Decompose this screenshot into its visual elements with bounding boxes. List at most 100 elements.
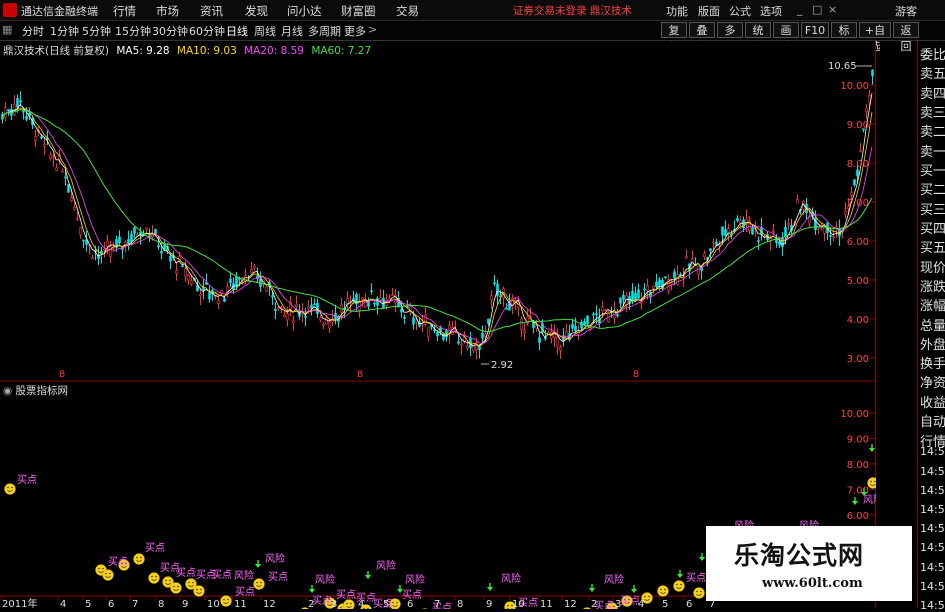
side-panel-item[interactable]: 买二	[920, 179, 945, 198]
side-panel-item[interactable]: 卖四	[920, 83, 945, 102]
menu-wealth[interactable]: 财富圈	[341, 3, 376, 19]
side-panel-item[interactable]: 买四	[920, 218, 945, 237]
side-panel-item[interactable]: 14:50	[920, 561, 945, 574]
side-panel-item[interactable]: 14:50	[920, 599, 945, 612]
period-tab[interactable]: 60分钟	[189, 23, 225, 39]
chevron-right-icon[interactable]: >	[368, 23, 377, 36]
period-tab[interactable]: 1分钟	[50, 23, 79, 39]
candle-body	[313, 303, 316, 306]
adjust-button[interactable]: 复权	[661, 22, 687, 53]
candle-body	[64, 176, 67, 179]
add-watchlist-button[interactable]: +自选	[859, 22, 891, 53]
minimize-icon[interactable]: _	[797, 3, 803, 16]
x-tick-label: 5	[383, 599, 389, 609]
f10-button[interactable]: F10	[801, 22, 829, 38]
multi-stock-button[interactable]: 多股	[717, 22, 743, 53]
menu-options[interactable]: 选项	[760, 3, 782, 19]
menu-bar: 通达信金融终端 行情 市场 资讯 发现 问小达 财富圈 交易 证券交易未登录 鼎…	[0, 0, 945, 21]
side-panel-item[interactable]: 买五	[920, 237, 945, 256]
candle-body	[697, 266, 700, 275]
side-panel-item[interactable]: 卖三	[920, 102, 945, 121]
candle-body	[187, 274, 190, 281]
side-panel-item[interactable]: 卖一	[920, 141, 945, 160]
back-button[interactable]: 返回	[893, 22, 919, 53]
side-panel-item[interactable]: 外盘	[920, 334, 945, 353]
side-panel-item[interactable]: 涨跌	[920, 276, 945, 295]
menu-function[interactable]: 功能	[666, 3, 688, 19]
smiley-signal-icon	[4, 483, 16, 495]
login-notice[interactable]: 证券交易未登录 鼎汉技术	[513, 3, 632, 18]
candle-body	[91, 257, 94, 260]
draw-line-button[interactable]: 画线	[773, 22, 799, 53]
menu-layout[interactable]: 版面	[698, 3, 720, 19]
x-tick-label: 6	[407, 599, 413, 609]
buy-point-label: 买点	[145, 542, 165, 554]
stats-button[interactable]: 统计	[745, 22, 771, 53]
side-panel-item[interactable]: 自动	[920, 411, 945, 430]
side-panel-item[interactable]: 14:50	[920, 580, 945, 593]
side-panel-item[interactable]: 14:50	[920, 522, 945, 535]
menu-discover[interactable]: 发现	[245, 3, 268, 19]
menu-formula[interactable]: 公式	[729, 3, 751, 19]
candle-body	[727, 228, 730, 233]
period-tab[interactable]: 15分钟	[115, 23, 151, 39]
side-panel-item[interactable]: 换手	[920, 353, 945, 372]
watermark-title: 乐淘公式网	[734, 541, 865, 570]
candle-body	[286, 313, 289, 321]
menu-ask[interactable]: 问小达	[287, 3, 322, 19]
period-tab-active[interactable]: 日线	[226, 23, 248, 39]
side-panel-item[interactable]: 14:50	[920, 503, 945, 516]
candle-body	[865, 107, 868, 112]
period-tab[interactable]: 周线	[254, 23, 276, 39]
side-panel-item[interactable]: 净资	[920, 372, 945, 391]
candle-body	[658, 279, 661, 286]
buy-point-label: 买点	[336, 589, 356, 601]
side-panel-item[interactable]: 涨幅	[920, 295, 945, 314]
side-panel-item[interactable]: 卖二	[920, 121, 945, 140]
side-panel-item[interactable]: 14:50	[920, 445, 945, 458]
candle-body	[130, 233, 133, 242]
ma20-label: MA20: 8.59	[244, 45, 304, 57]
side-panel-item[interactable]: 收益	[920, 392, 945, 411]
period-tab[interactable]: 多周期	[308, 23, 341, 39]
smiley-signal-icon	[193, 585, 205, 597]
risk-label: 风险	[265, 552, 285, 565]
menu-trade[interactable]: 交易	[396, 3, 419, 19]
period-tab-more[interactable]: 更多	[344, 23, 366, 39]
side-panel-item[interactable]: 买三	[920, 199, 945, 218]
menu-market[interactable]: 市场	[156, 3, 179, 19]
settings-icon[interactable]: ◉	[3, 385, 12, 397]
candle-body	[271, 295, 274, 298]
mark-button[interactable]: 标记	[831, 22, 857, 53]
y-tick-label: 8.00	[847, 159, 869, 170]
sub-y-tick-label: 6.00	[847, 511, 869, 522]
side-panel-item[interactable]: 委比	[920, 44, 945, 63]
grid-icon[interactable]: ▦	[2, 23, 12, 36]
side-panel-item[interactable]: 14:50	[920, 484, 945, 497]
risk-label: 风险	[405, 573, 425, 586]
side-panel-item[interactable]: 卖五	[920, 63, 945, 82]
candle-body	[718, 244, 721, 247]
price-chart[interactable]: 10.00 9.00 8.00 7.00 6.00 5.00 4.00 3.00 10.65 2.…	[0, 41, 876, 609]
indicator-name: 股票指标网	[15, 385, 69, 397]
overlay-button[interactable]: 叠加	[689, 22, 715, 53]
period-tab[interactable]: 30分钟	[152, 23, 188, 39]
x-tick-label: 9	[182, 599, 188, 609]
side-panel-item[interactable]: 现价	[920, 257, 945, 276]
side-panel-item[interactable]: 14:50	[920, 541, 945, 554]
side-panel-item[interactable]: 买一	[920, 160, 945, 179]
menu-news[interactable]: 资讯	[200, 3, 223, 19]
close-icon[interactable]: ×	[828, 3, 837, 16]
side-panel-item[interactable]: 14:50	[920, 465, 945, 478]
candle-body	[319, 317, 322, 321]
x-tick-label: 4	[358, 599, 364, 609]
candle-body	[844, 210, 847, 215]
period-tab[interactable]: 月线	[281, 23, 303, 39]
period-tab[interactable]: 5分钟	[82, 23, 111, 39]
risk-label: 风险	[234, 569, 254, 582]
menu-quotes[interactable]: 行情	[113, 3, 136, 19]
side-panel-item[interactable]: 总量	[920, 315, 945, 334]
period-tab[interactable]: 分时	[22, 23, 44, 39]
maximize-icon[interactable]: □	[812, 3, 822, 16]
user-guest[interactable]: 游客	[895, 3, 917, 19]
